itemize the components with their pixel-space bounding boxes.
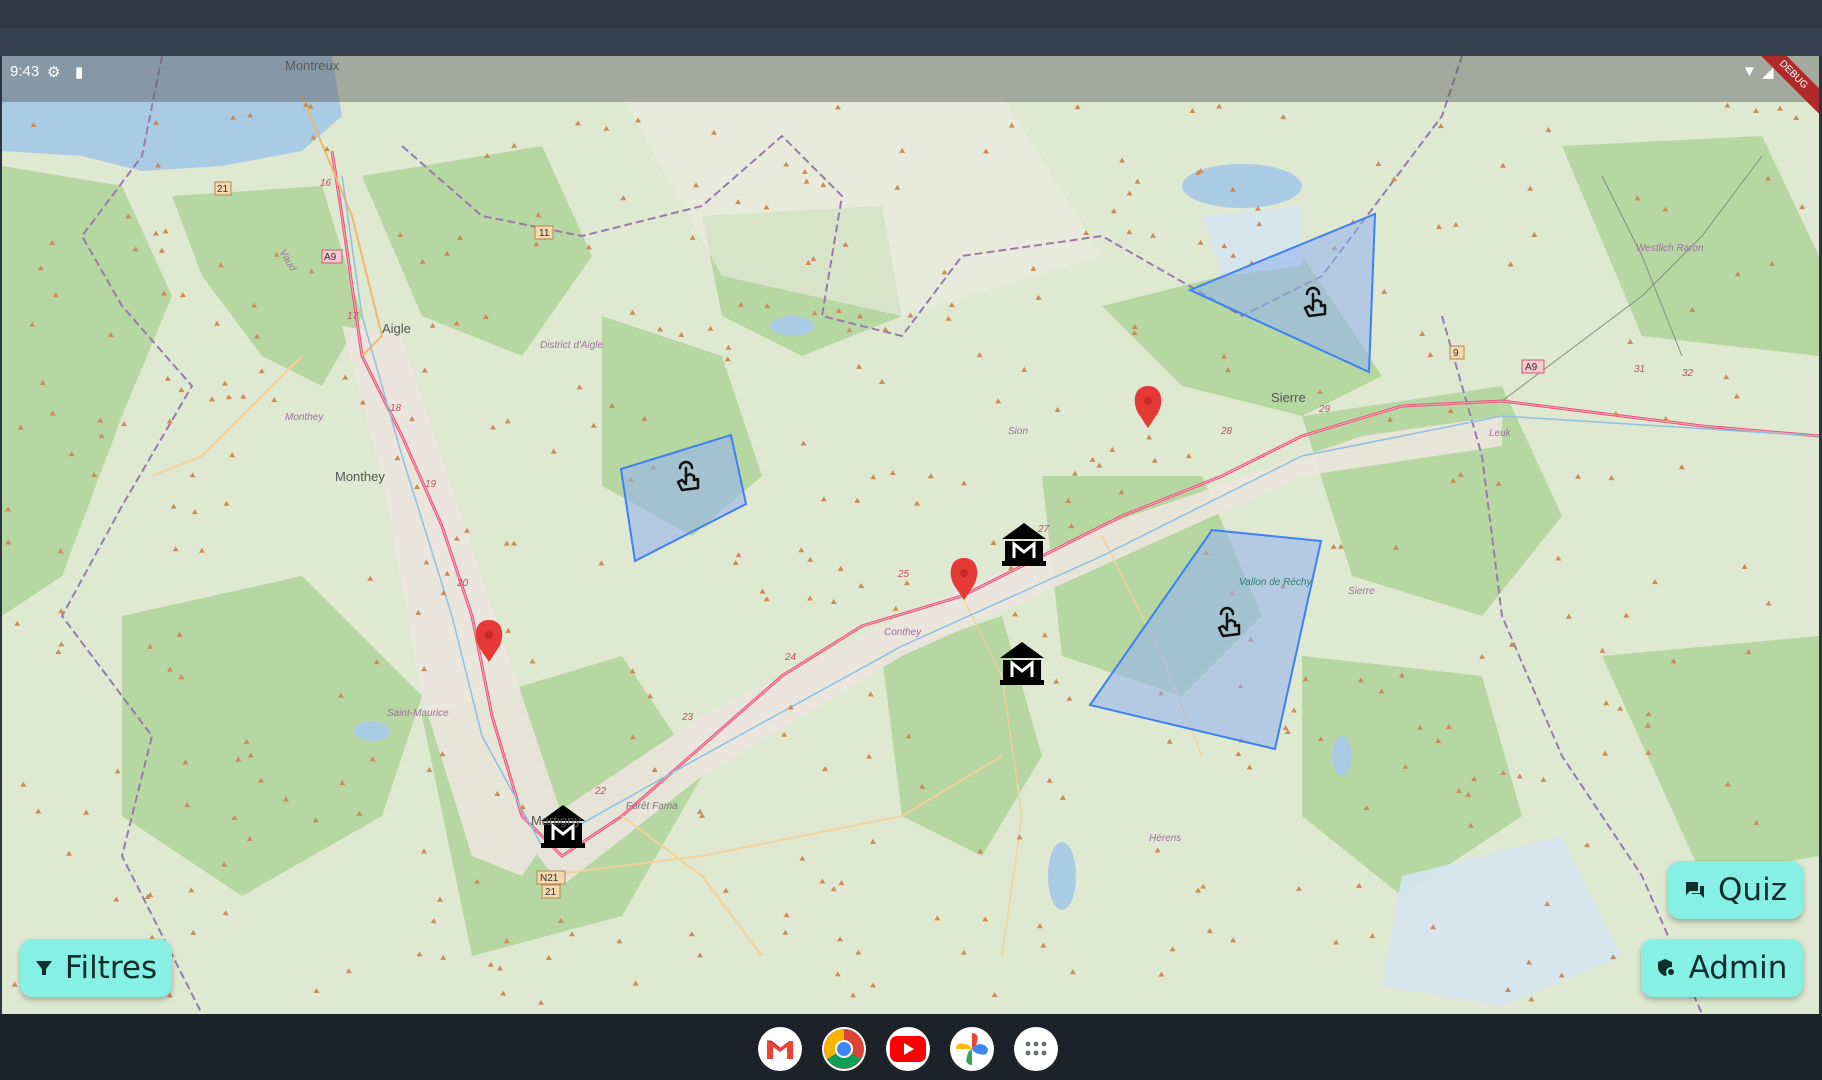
gmail-icon[interactable] — [758, 1027, 802, 1071]
storage-icon: ▮ — [75, 64, 84, 81]
filtres-label: Filtres — [64, 950, 158, 986]
svg-text:27: 27 — [1037, 524, 1050, 535]
browser-toolbar — [0, 28, 1822, 56]
svg-text:28: 28 — [1220, 426, 1233, 437]
svg-text:22: 22 — [594, 786, 607, 797]
svg-text:17: 17 — [347, 311, 359, 322]
chrome-icon[interactable] — [822, 1027, 866, 1071]
label-saint-maurice: Saint-Maurice — [387, 708, 449, 719]
svg-text:29: 29 — [1318, 404, 1331, 415]
label-foret-fama: Forêt Fama — [626, 801, 678, 812]
svg-text:11: 11 — [539, 228, 550, 239]
filtres-button[interactable]: Filtres — [20, 939, 172, 997]
svg-text:20: 20 — [456, 578, 469, 589]
browser-top-bar — [0, 0, 1822, 28]
svg-text:9: 9 — [1453, 348, 1459, 359]
photos-icon[interactable] — [950, 1027, 994, 1071]
app-launcher-icon[interactable] — [1014, 1027, 1058, 1071]
label-westlich-raron: Westlich Raron — [1636, 243, 1704, 254]
svg-text:21: 21 — [217, 184, 229, 195]
label-sierre-district: Sierre — [1348, 586, 1375, 597]
quiz-label: Quiz — [1718, 872, 1787, 908]
svg-text:31: 31 — [1634, 364, 1645, 375]
map-view[interactable]: Montreux Aigle Monthey Monthey District … — [2, 56, 1819, 1014]
label-monthey: Monthey — [335, 469, 385, 484]
filter-icon — [35, 961, 52, 975]
road-shield: N21 — [536, 870, 566, 885]
wifi-icon: ▼ — [1742, 63, 1757, 80]
svg-text:25: 25 — [897, 569, 910, 580]
label-martigny: Martigny — [531, 813, 581, 828]
label-conthey: Conthey — [884, 627, 922, 638]
road-shield: 21 — [214, 181, 232, 196]
settings-icon: ⚙ — [47, 64, 61, 81]
status-bar: 9:43 ⚙ ▮ ▼ ◢ DEBUG — [2, 56, 1819, 124]
svg-text:A9: A9 — [324, 252, 337, 263]
svg-text:19: 19 — [425, 479, 437, 490]
svg-text:16: 16 — [320, 178, 332, 189]
svg-text:21: 21 — [545, 887, 557, 898]
label-monthey-district: Monthey — [285, 412, 324, 423]
road-shield: 11 — [534, 225, 554, 240]
youtube-icon[interactable] — [886, 1027, 930, 1071]
road-shield: A9 — [1521, 359, 1545, 374]
svg-text:N21: N21 — [540, 873, 559, 884]
road-shield: 9 — [1449, 345, 1465, 360]
label-sierre: Sierre — [1271, 390, 1306, 405]
svg-text:24: 24 — [784, 652, 797, 663]
admin-shield-icon — [1657, 959, 1676, 977]
forum-icon — [1686, 882, 1705, 898]
label-vallon-de-rechy: Vallon de Réchy — [1239, 577, 1312, 588]
road-shield: 21 — [541, 884, 561, 899]
app-screen: Montreux Aigle Monthey Monthey District … — [2, 56, 1819, 1014]
svg-text:32: 32 — [1682, 368, 1694, 379]
admin-button[interactable]: Admin — [1641, 939, 1803, 997]
label-district-aigle: District d'Aigle — [540, 340, 603, 351]
svg-text:23: 23 — [681, 712, 694, 723]
road-shield: A9 — [321, 249, 343, 264]
svg-text:A9: A9 — [1525, 362, 1538, 373]
label-aigle: Aigle — [382, 321, 411, 336]
quiz-button[interactable]: Quiz — [1668, 861, 1803, 919]
label-leuk: Leuk — [1489, 428, 1512, 439]
admin-label: Admin — [1688, 950, 1788, 986]
svg-text:18: 18 — [390, 403, 402, 414]
label-herens: Hérens — [1149, 833, 1181, 844]
status-time: 9:43 — [10, 63, 40, 80]
label-sion: Sion — [1008, 426, 1028, 437]
